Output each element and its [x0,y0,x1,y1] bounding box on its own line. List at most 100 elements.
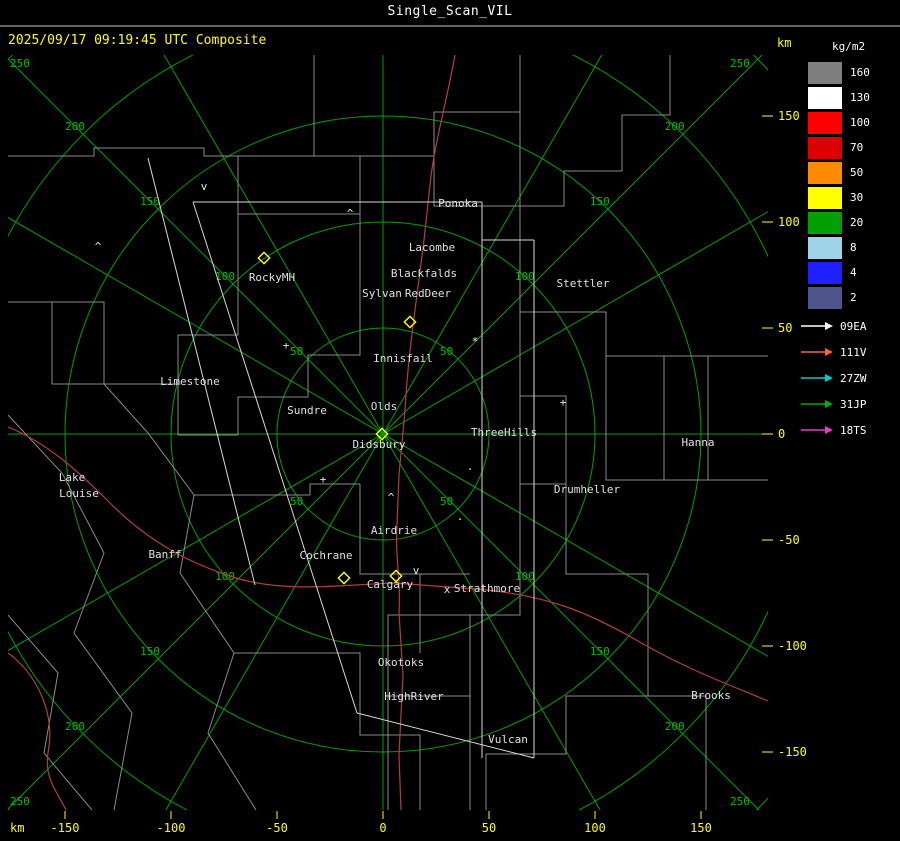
radar-site-row: 09EA [800,313,900,339]
legend-entry: 2 [800,285,900,310]
county-boundary [104,214,239,385]
town-label: Drumheller [554,483,621,496]
range-ring-label: 50 [440,345,453,358]
legend-entry: 20 [800,210,900,235]
radar-id-label: 27ZW [840,371,867,385]
legend-color-swatch [808,111,842,134]
bottom-axis-label: -50 [266,821,288,835]
radar-map-canvas[interactable]: 50 5050 50100 100100 100150 150150 150200 20020… [0,0,900,841]
point-marker: . [457,510,464,523]
county-boundary [8,301,105,385]
timestamp-label: 2025/09/17 09:19:45 UTC Composite [8,33,267,48]
point-marker: x [444,583,451,596]
azimuth-spoke [8,216,768,657]
radar-site-row: 27ZW [800,365,900,391]
town-label: RedDeer [405,287,452,300]
right-axis-label: -100 [778,639,807,653]
legend-entries: 160 130 100 70 50 30 20 8 4 2 [800,60,900,310]
town-label: Stettler [557,277,610,290]
range-ring-label: 200 [665,720,685,733]
legend-entry: 4 [800,260,900,285]
town-label: Strathmore [454,582,520,595]
town-label: Olds [371,400,398,413]
town-label: Louise [59,487,99,500]
town-label: Lacombe [409,241,455,254]
range-ring-label: 250 [730,795,750,808]
town-label: Sylvan [362,287,402,300]
town-label: HighRiver [384,690,444,703]
legend-entry: 130 [800,85,900,110]
town-label: Cochrane [300,549,353,562]
county-boundary [520,55,671,207]
point-marker: v [413,564,420,577]
legend-value-label: 30 [850,191,864,204]
range-ring-label: 50 [290,345,303,358]
bottom-axis-label: 50 [482,821,496,835]
map-layers: 50 5050 50100 100100 100150 150150 150200 20020… [8,55,768,810]
point-marker: * [472,335,479,348]
town-label: Calgary [367,578,414,591]
town-label: Airdrie [371,524,417,537]
bottom-axis-label: -150 [51,821,80,835]
range-ring-label: 50 [440,495,453,508]
county-boundary [359,484,421,653]
town-label: Brooks [691,689,731,702]
town-label: Sundre [287,404,327,417]
radar-id-label: 18TS [840,423,867,437]
bottom-axis-unit: km [10,821,24,835]
azimuth-spoke [8,211,768,652]
legend-color-swatch [808,136,842,159]
right-axis-label: 0 [778,427,785,441]
right-axis-unit: km [777,36,791,50]
radar-arrow-icon [801,348,833,356]
station-diamond-marker [337,571,351,585]
legend-color-swatch [808,286,842,309]
radar-arrow-icon [801,374,833,382]
legend-value-label: 50 [850,166,864,179]
range-ring-label: 200 [65,720,85,733]
town-label: Banff [148,548,181,561]
town-label: Innisfail [373,352,433,365]
right-axis-label: 50 [778,321,792,335]
legend-entry: 70 [800,135,900,160]
town-label: Okotoks [378,656,424,669]
point-marker: + [320,473,327,486]
point-marker: . [467,460,474,473]
range-ring-label: 200 [65,120,85,133]
town-label: Didsbury [353,438,406,451]
azimuth-spoke [163,55,601,810]
point-marker: + [560,396,567,409]
legend-value-label: 20 [850,216,864,229]
range-ring-label: 150 [590,195,610,208]
county-boundary [103,383,257,810]
radar-id-label: 09EA [840,319,867,333]
right-axis-label: 100 [778,215,800,229]
app-window: Single_Scan_VIL 50 50 50 50 100 100 100 100 150 1… [0,0,900,841]
bottom-axis-label: 150 [690,821,712,835]
range-ring-label: 150 [590,645,610,658]
county-boundary [8,614,93,810]
town-label: Lake [59,471,86,484]
right-axis-label: -150 [778,745,807,759]
azimuth-spoke [165,55,603,810]
point-marker: v [201,180,208,193]
legend-color-swatch [808,236,842,259]
county-boundary [605,356,665,481]
legend-value-label: 4 [850,266,857,279]
legend-value-label: 2 [850,291,857,304]
legend-value-label: 160 [850,66,870,79]
radar-arrow-icon [801,400,833,408]
radar-site-row: 111V [800,339,900,365]
county-boundary [433,112,520,207]
right-axis-label: 150 [778,109,800,123]
range-ring-label: 250 [10,57,30,70]
town-label: Limestone [160,375,220,388]
legend-value-label: 70 [850,141,864,154]
radar-coverage-outline [147,157,256,586]
county-boundary [237,155,361,215]
town-label: RockyMH [249,271,295,284]
vil-color-legend: kg/m2 160 130 100 70 50 30 20 8 4 2 [800,40,900,310]
legend-color-swatch [808,161,842,184]
county-boundary [360,55,521,157]
range-ring-label: 250 [730,57,750,70]
